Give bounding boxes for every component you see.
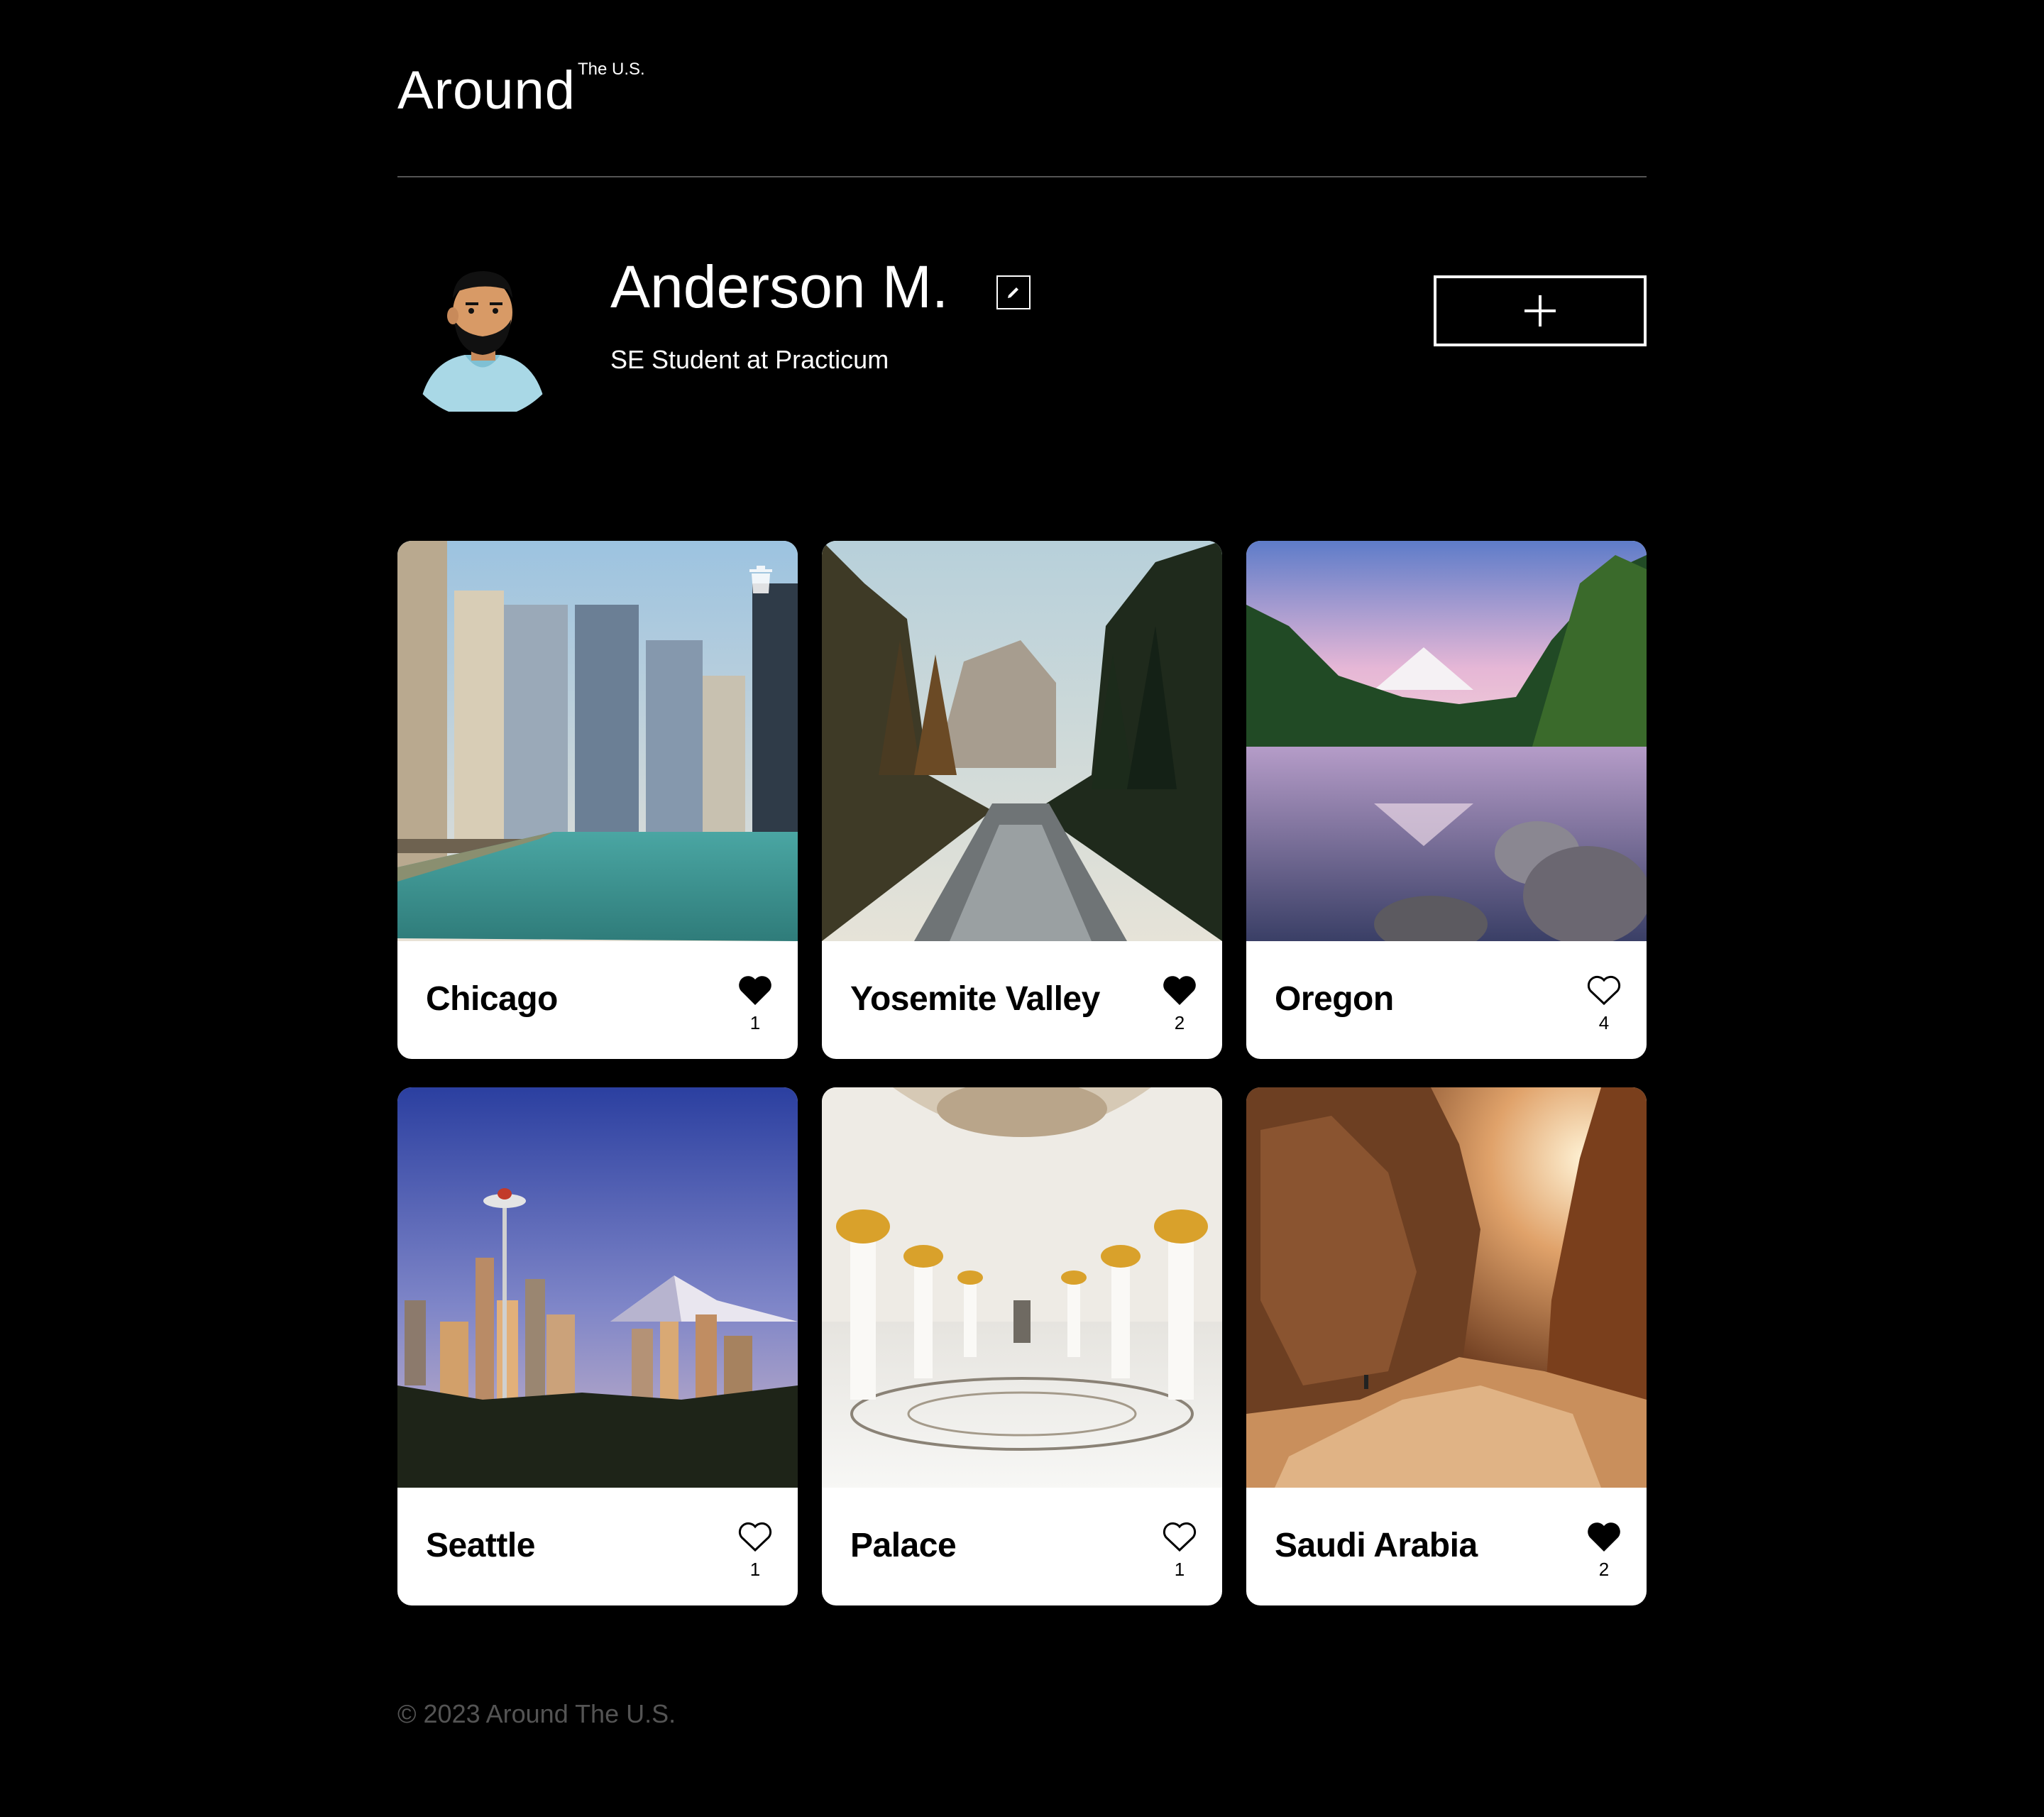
logo-main-text: Around (397, 60, 576, 121)
like-count: 1 (749, 1559, 761, 1580)
heart-filled-icon[interactable] (1163, 974, 1197, 1006)
card: Oregon 4 (1246, 541, 1647, 1059)
card-image-saudi-arabia[interactable] (1246, 1087, 1647, 1488)
like-count: 1 (1174, 1559, 1185, 1580)
card-image-oregon[interactable] (1246, 541, 1647, 941)
page: Around The U.S. Anderson M. SE Student a… (0, 0, 2044, 1817)
site-header: Around The U.S. (397, 57, 1647, 177)
heart-outline-icon[interactable] (738, 1520, 772, 1553)
plus-icon (1524, 295, 1556, 326)
card-title: Yosemite Valley (850, 980, 1100, 1018)
profile-section: Anderson M. SE Student at Practicum (397, 248, 1647, 419)
card-image-palace[interactable] (822, 1087, 1222, 1488)
pencil-icon (1008, 287, 1018, 298)
card-image-yosemite-valley[interactable] (822, 541, 1222, 941)
like-count: 2 (1598, 1559, 1610, 1580)
footer-copyright: © 2023 Around The U.S. (397, 1699, 676, 1728)
card-title: Saudi Arabia (1275, 1527, 1478, 1564)
like-count: 4 (1598, 1012, 1610, 1033)
card-image-seattle[interactable] (397, 1087, 798, 1488)
heart-filled-icon[interactable] (738, 974, 772, 1006)
card: Saudi Arabia 2 (1246, 1087, 1647, 1605)
profile-name: Anderson M. (610, 253, 949, 320)
like-count: 1 (749, 1012, 761, 1033)
heart-outline-icon[interactable] (1163, 1520, 1197, 1553)
card-title: Seattle (426, 1527, 535, 1564)
card: Palace 1 (822, 1087, 1222, 1605)
avatar[interactable] (397, 248, 568, 419)
heart-filled-icon[interactable] (1587, 1520, 1621, 1553)
edit-profile-button[interactable] (996, 275, 1031, 309)
like-count: 2 (1174, 1012, 1185, 1033)
profile-about: SE Student at Practicum (610, 345, 889, 374)
card: Chicago 1 (397, 541, 798, 1059)
card-title: Chicago (426, 980, 558, 1018)
card-title: Palace (850, 1527, 957, 1564)
card-image-chicago[interactable] (397, 541, 798, 941)
delete-icon[interactable] (748, 565, 774, 593)
card: Seattle 1 (397, 1087, 798, 1605)
add-card-button[interactable] (1434, 275, 1647, 346)
card-title: Oregon (1275, 980, 1394, 1018)
heart-outline-icon[interactable] (1587, 974, 1621, 1006)
card: Yosemite Valley 2 (822, 541, 1222, 1059)
logo-superscript: The U.S. (578, 60, 645, 79)
logo: Around The U.S. (397, 57, 645, 121)
